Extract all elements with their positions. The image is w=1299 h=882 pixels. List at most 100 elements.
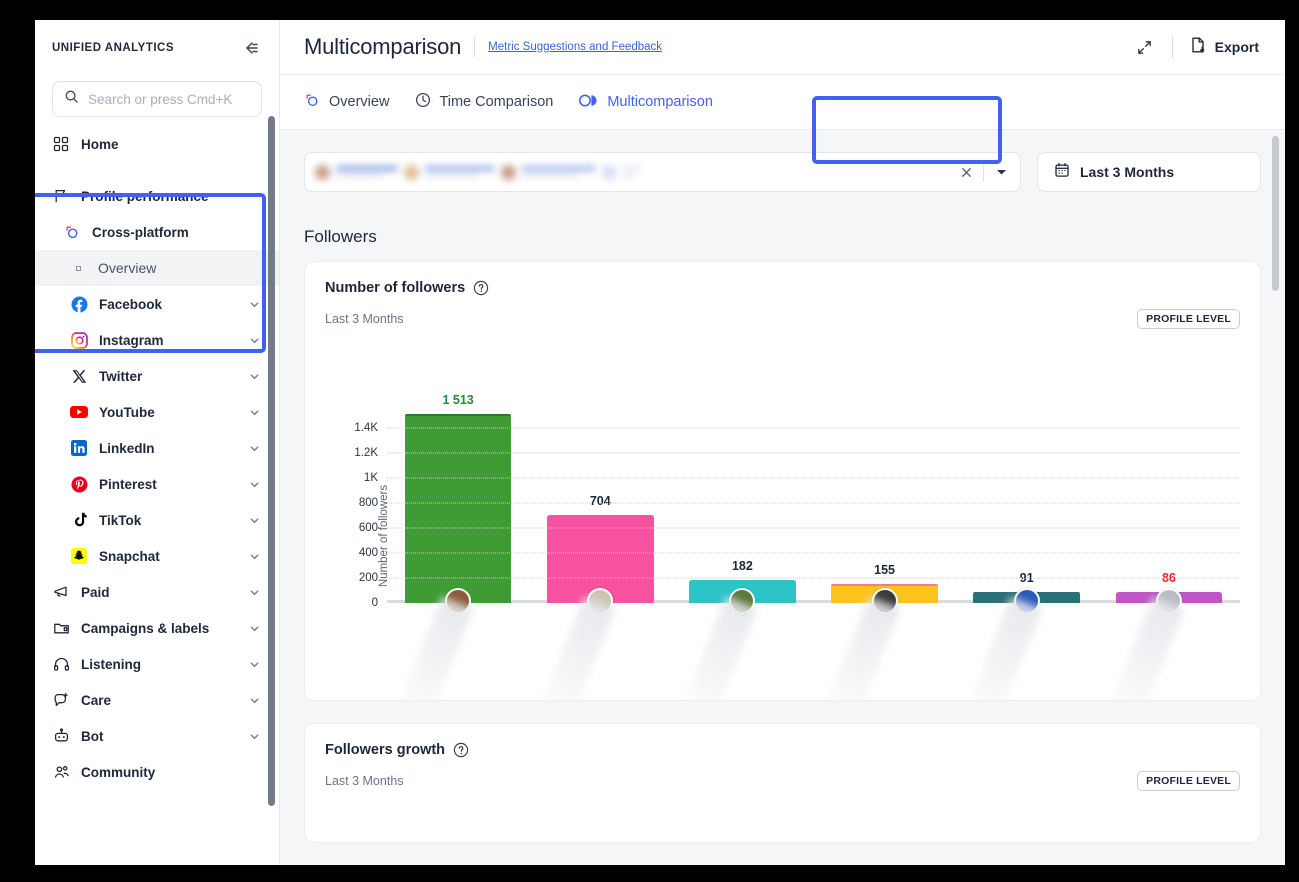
megaphone-icon — [52, 583, 70, 601]
chevron-down-icon[interactable] — [248, 406, 261, 419]
sidebar-item-label: Twitter — [99, 369, 142, 384]
clock-icon — [415, 92, 431, 112]
sidebar-item-snapchat[interactable]: Snapchat — [35, 538, 279, 574]
sidebar-item-paid[interactable]: Paid — [35, 574, 279, 610]
chart-gridline — [387, 528, 1240, 529]
selector-actions — [953, 159, 1014, 185]
sidebar-scrollbar[interactable] — [268, 116, 275, 806]
search-input[interactable] — [88, 92, 250, 107]
sidebar-item-overview[interactable]: Overview — [35, 250, 279, 286]
chart-bar-cap — [547, 515, 654, 518]
chevron-down-icon[interactable] — [248, 730, 261, 743]
sidebar-item-label: Care — [81, 693, 111, 708]
x-axis-label — [1112, 597, 1185, 701]
card-subtitle: Last 3 Months — [325, 312, 404, 326]
chevron-down-icon[interactable] — [248, 514, 261, 527]
sidebar-item-campaigns-labels[interactable]: Campaigns & labels — [35, 610, 279, 646]
chevron-down-icon[interactable] — [248, 622, 261, 635]
chart-bar-cap — [689, 580, 796, 583]
sidebar-item-pinterest[interactable]: Pinterest — [35, 466, 279, 502]
sidebar-item-tiktok[interactable]: TikTok — [35, 502, 279, 538]
sidebar-item-label: Campaigns & labels — [81, 621, 209, 636]
y-axis-tick: 1K — [364, 472, 387, 484]
profile-chip[interactable] — [315, 165, 398, 180]
chevron-down-icon[interactable] — [248, 334, 261, 347]
card-header: Number of followers — [325, 280, 1240, 296]
x-axis-label — [970, 597, 1043, 701]
sidebar-item-bot[interactable]: Bot — [35, 718, 279, 754]
metric-feedback-link[interactable]: Metric Suggestions and Feedback — [488, 41, 662, 53]
sidebar-item-facebook[interactable]: Facebook — [35, 286, 279, 322]
search-box[interactable] — [52, 81, 262, 117]
tab-label: Time Comparison — [439, 94, 553, 110]
chart-gridline — [387, 503, 1240, 504]
expand-diagonal-icon[interactable] — [1130, 32, 1160, 62]
sidebar-item-community[interactable]: Community — [35, 754, 279, 790]
caret-down-icon[interactable] — [988, 159, 1014, 185]
sidebar-item-label: Facebook — [99, 297, 162, 312]
sidebar-item-label: YouTube — [99, 405, 155, 420]
profile-chip[interactable] — [404, 165, 495, 180]
date-range-button[interactable]: Last 3 Months — [1037, 152, 1261, 192]
profile-selector[interactable] — [304, 152, 1021, 192]
chevron-down-icon[interactable] — [248, 694, 261, 707]
tab-overview[interactable]: Overview — [304, 75, 402, 129]
people-icon — [52, 763, 70, 781]
tiktok-icon — [70, 511, 88, 529]
grid-icon — [52, 135, 70, 153]
y-axis-tick: 400 — [359, 547, 387, 559]
chart-bar-value-label: 155 — [874, 563, 895, 577]
chart-bar-value-label: 182 — [732, 559, 753, 573]
x-axis-label — [401, 597, 474, 701]
chevron-down-icon[interactable] — [248, 442, 261, 455]
chevron-down-icon[interactable] — [248, 586, 261, 599]
y-axis-tick: 0 — [372, 597, 387, 609]
export-button[interactable]: Export — [1185, 32, 1263, 63]
question-circle-icon[interactable] — [453, 742, 469, 758]
chart-gridline — [387, 428, 1240, 429]
section-title-followers: Followers — [304, 227, 1261, 247]
chart-bar-cap — [405, 414, 512, 417]
robot-icon — [52, 727, 70, 745]
chart-bar[interactable] — [405, 414, 512, 603]
sidebar-item-label: Community — [81, 765, 155, 780]
sidebar-item-instagram[interactable]: Instagram — [35, 322, 279, 358]
sidebar-item-linkedin[interactable]: LinkedIn — [35, 430, 279, 466]
sidebar-item-label: Overview — [98, 260, 156, 276]
chevron-down-icon[interactable] — [248, 370, 261, 383]
title-divider — [474, 37, 475, 57]
pinterest-icon — [70, 475, 88, 493]
linkedin-icon — [70, 439, 88, 457]
headphones-icon — [52, 655, 70, 673]
sidebar-item-twitter[interactable]: Twitter — [35, 358, 279, 394]
card-number-of-followers: Number of followers Last 3 Months PROFIL… — [304, 261, 1261, 701]
tab-label: Multicomparison — [607, 94, 713, 110]
multicomparison-icon — [579, 93, 599, 112]
youtube-icon — [70, 403, 88, 421]
profile-chip[interactable] — [501, 165, 596, 180]
content-scrollbar[interactable] — [1272, 136, 1279, 291]
question-circle-icon[interactable] — [473, 280, 489, 296]
chevron-down-icon[interactable] — [248, 550, 261, 563]
chat-plus-icon — [52, 691, 70, 709]
tab-time-comparison[interactable]: Time Comparison — [402, 75, 566, 129]
chevron-down-icon[interactable] — [248, 298, 261, 311]
sidebar-item-profile-performance[interactable]: Profile performance — [35, 178, 279, 214]
sidebar-item-label: Profile performance — [81, 189, 209, 204]
sidebar-item-cross-platform[interactable]: Cross-platform — [35, 214, 279, 250]
profile-chip[interactable] — [602, 165, 641, 180]
chevron-down-icon[interactable] — [248, 478, 261, 491]
page-title: Multicomparison — [304, 34, 461, 60]
action-separator — [983, 163, 984, 181]
sidebar-item-label: LinkedIn — [99, 441, 155, 456]
sidebar-item-home[interactable]: Home — [35, 126, 279, 162]
y-axis-tick: 1.2K — [354, 447, 387, 459]
sidebar-item-care[interactable]: Care — [35, 682, 279, 718]
sidebar-item-youtube[interactable]: YouTube — [35, 394, 279, 430]
sidebar-item-listening[interactable]: Listening — [35, 646, 279, 682]
collapse-sidebar-icon[interactable] — [241, 38, 261, 58]
close-icon[interactable] — [953, 159, 979, 185]
chart-gridline — [387, 453, 1240, 454]
chevron-down-icon[interactable] — [248, 658, 261, 671]
tab-multicomparison[interactable]: Multicomparison — [566, 75, 726, 129]
